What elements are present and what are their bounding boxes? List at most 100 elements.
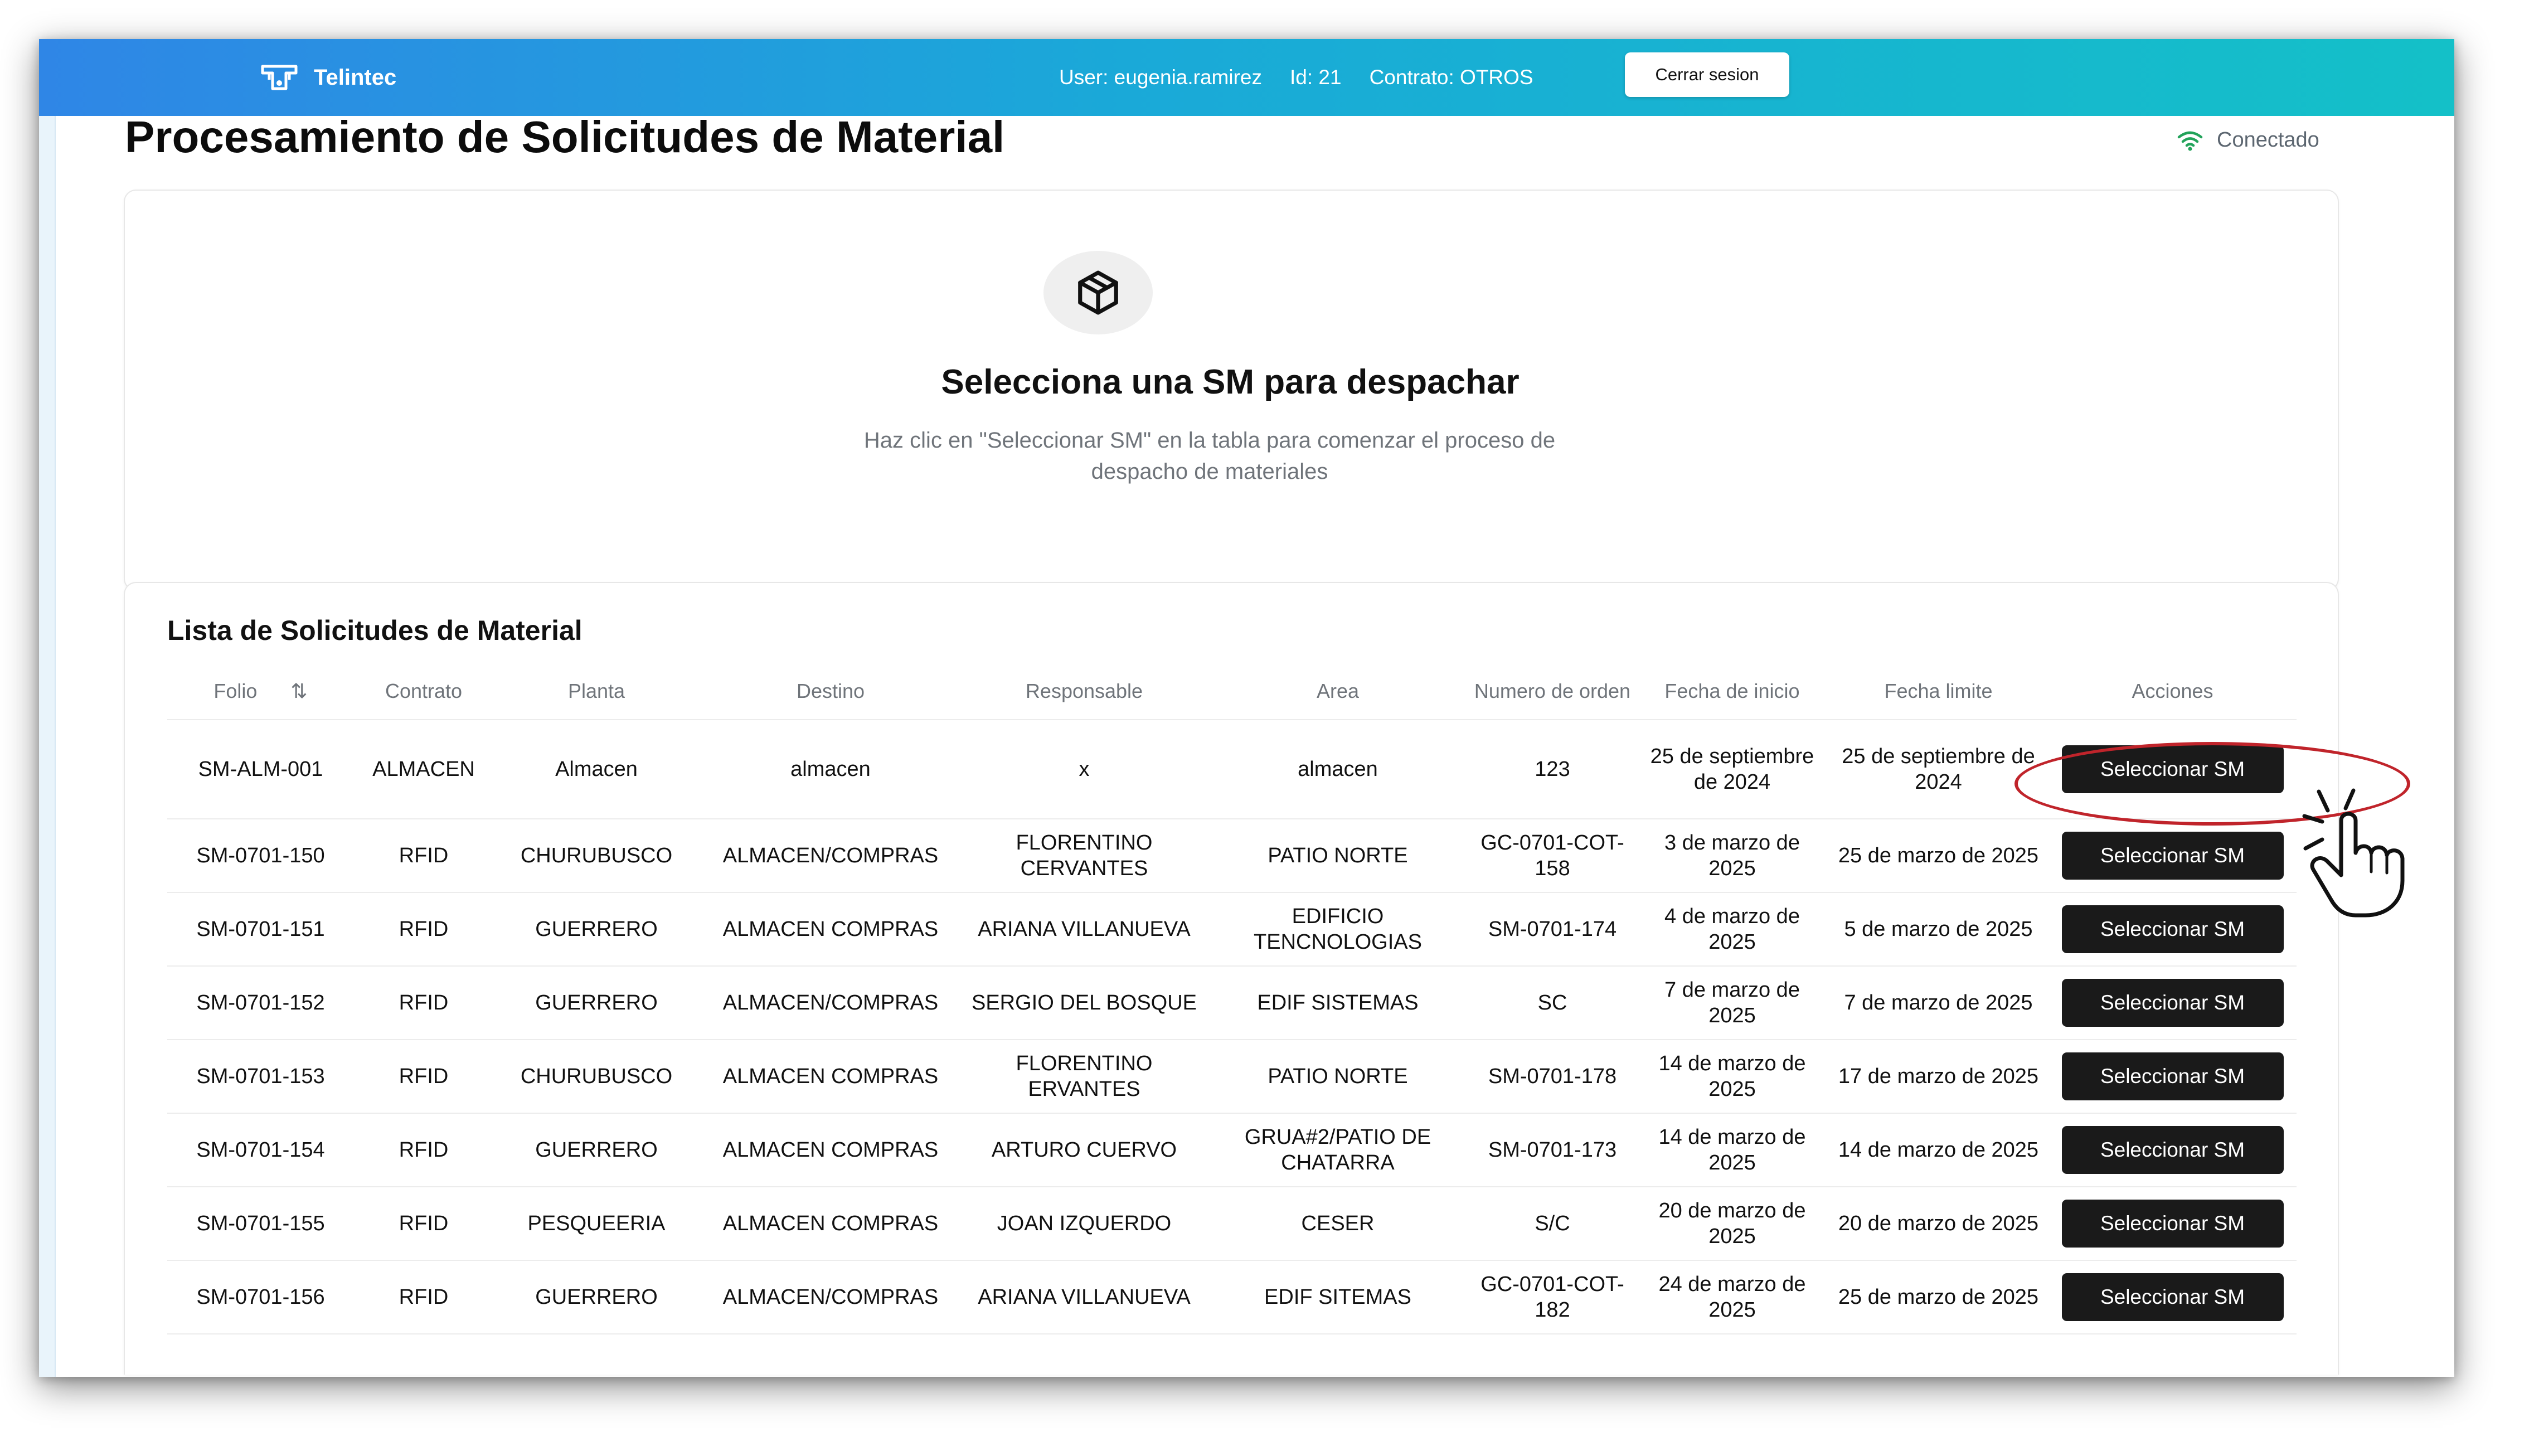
- cell-numero-orden: S/C: [1469, 1187, 1636, 1261]
- cell-planta: Almacen: [493, 720, 700, 819]
- cell-fecha-inicio: 4 de marzo de 2025: [1636, 892, 1828, 967]
- cell-fecha-limite: 5 de marzo de 2025: [1828, 892, 2048, 967]
- table-row: SM-0701-155 RFID PESQUEERIA ALMACEN COMP…: [167, 1187, 2297, 1261]
- cell-area: CESER: [1207, 1187, 1469, 1261]
- cell-destino: ALMACEN/COMPRAS: [700, 819, 962, 893]
- cell-numero-orden: SM-0701-174: [1469, 892, 1636, 967]
- box-icon: [1078, 270, 1118, 315]
- cell-area: PATIO NORTE: [1207, 819, 1469, 893]
- cell-fecha-limite: 20 de marzo de 2025: [1828, 1187, 2048, 1261]
- column-header-destino: Destino: [700, 663, 962, 720]
- select-sm-button[interactable]: Seleccionar SM: [2061, 905, 2284, 953]
- select-sm-button[interactable]: Seleccionar SM: [2061, 1200, 2284, 1248]
- cell-contrato: RFID: [354, 1187, 493, 1261]
- user-info: User: eugenia.ramirez Id: 21 Contrato: O…: [1059, 39, 1561, 116]
- cell-fecha-limite: 14 de marzo de 2025: [1828, 1113, 2048, 1187]
- cell-fecha-inicio: 20 de marzo de 2025: [1636, 1187, 1828, 1261]
- cell-contrato: RFID: [354, 966, 493, 1040]
- select-sm-button[interactable]: Seleccionar SM: [2061, 979, 2284, 1027]
- cell-folio: SM-0701-150: [167, 819, 354, 893]
- cell-responsable: FLORENTINO CERVANTES: [962, 819, 1207, 893]
- empty-state-title: Selecciona una SM para despachar: [941, 363, 1520, 401]
- cell-folio: SM-0701-151: [167, 892, 354, 967]
- cell-numero-orden: SM-0701-178: [1469, 1040, 1636, 1114]
- table-header-row: Folio ⇅ Contrato Planta Destino Responsab…: [167, 663, 2297, 720]
- cell-area: EDIF SISTEMAS: [1207, 966, 1469, 1040]
- cell-responsable: ARIANA VILLANUEVA: [962, 892, 1207, 967]
- sm-table: Folio ⇅ Contrato Planta Destino Responsab…: [167, 663, 2297, 1334]
- select-sm-button[interactable]: Seleccionar SM: [2061, 1052, 2284, 1100]
- cell-destino: ALMACEN COMPRAS: [700, 1187, 962, 1261]
- user-label: User: eugenia.ramirez: [1059, 66, 1262, 89]
- cell-contrato: RFID: [354, 1260, 493, 1334]
- cell-planta: GUERRERO: [493, 1113, 700, 1187]
- cell-numero-orden: 123: [1469, 720, 1636, 819]
- wifi-icon: [2177, 131, 2203, 151]
- column-header-responsable: Responsable: [962, 663, 1207, 720]
- cell-planta: GUERRERO: [493, 892, 700, 967]
- cell-fecha-inicio: 3 de marzo de 2025: [1636, 819, 1828, 893]
- cell-fecha-inicio: 24 de marzo de 2025: [1636, 1260, 1828, 1334]
- logout-button[interactable]: Cerrar sesion: [1625, 52, 1789, 97]
- cell-acciones: Seleccionar SM: [2048, 720, 2297, 819]
- top-navbar: Telintec User: eugenia.ramirez Id: 21 Co…: [39, 39, 2454, 116]
- brand-name: Telintec: [314, 65, 397, 90]
- sort-icon[interactable]: ⇅: [290, 678, 307, 704]
- cell-planta: GUERRERO: [493, 966, 700, 1040]
- cell-folio: SM-0701-154: [167, 1113, 354, 1187]
- select-sm-button[interactable]: Seleccionar SM: [2061, 1126, 2284, 1174]
- cell-contrato: ALMACEN: [354, 720, 493, 819]
- table-row: SM-0701-151 RFID GUERRERO ALMACEN COMPRA…: [167, 892, 2297, 967]
- connection-status: Conectado: [2177, 128, 2319, 152]
- brand[interactable]: Telintec: [259, 39, 396, 116]
- connection-status-label: Conectado: [2217, 128, 2319, 152]
- cell-acciones: Seleccionar SM: [2048, 966, 2297, 1040]
- select-sm-button[interactable]: Seleccionar SM: [2061, 832, 2284, 880]
- table-row: SM-0701-152 RFID GUERRERO ALMACEN/COMPRA…: [167, 966, 2297, 1040]
- cell-area: EDIFICIO TENCNOLOGIAS: [1207, 892, 1469, 967]
- column-header-folio[interactable]: Folio ⇅: [167, 663, 354, 720]
- user-id-label: Id: 21: [1289, 66, 1342, 89]
- cell-acciones: Seleccionar SM: [2048, 892, 2297, 967]
- cell-fecha-inicio: 14 de marzo de 2025: [1636, 1040, 1828, 1114]
- cell-planta: CHURUBUSCO: [493, 819, 700, 893]
- cell-planta: PESQUEERIA: [493, 1187, 700, 1261]
- cell-acciones: Seleccionar SM: [2048, 1113, 2297, 1187]
- cell-contrato: RFID: [354, 892, 493, 967]
- column-header-numero-orden: Numero de orden: [1469, 663, 1636, 720]
- cell-destino: ALMACEN COMPRAS: [700, 892, 962, 967]
- cell-fecha-limite: 25 de marzo de 2025: [1828, 1260, 2048, 1334]
- cell-area: PATIO NORTE: [1207, 1040, 1469, 1114]
- column-header-area: Area: [1207, 663, 1469, 720]
- cell-fecha-inicio: 14 de marzo de 2025: [1636, 1113, 1828, 1187]
- column-header-planta: Planta: [493, 663, 700, 720]
- cell-numero-orden: SM-0701-173: [1469, 1113, 1636, 1187]
- box-icon-circle: [1043, 251, 1153, 334]
- cell-destino: almacen: [700, 720, 962, 819]
- select-sm-button[interactable]: Seleccionar SM: [2061, 1273, 2284, 1321]
- column-header-fecha-inicio: Fecha de inicio: [1636, 663, 1828, 720]
- table-row: SM-0701-154 RFID GUERRERO ALMACEN COMPRA…: [167, 1113, 2297, 1187]
- select-sm-button[interactable]: Seleccionar SM: [2061, 745, 2284, 793]
- cell-acciones: Seleccionar SM: [2048, 1187, 2297, 1261]
- column-header-fecha-limite: Fecha limite: [1828, 663, 2048, 720]
- telintec-logo-icon: [261, 65, 298, 90]
- cell-responsable: x: [962, 720, 1207, 819]
- cell-destino: ALMACEN/COMPRAS: [700, 1260, 962, 1334]
- cell-contrato: RFID: [354, 819, 493, 893]
- cell-contrato: RFID: [354, 1040, 493, 1114]
- left-rail: [39, 116, 56, 1377]
- cell-fecha-limite: 7 de marzo de 2025: [1828, 966, 2048, 1040]
- cell-acciones: Seleccionar SM: [2048, 1260, 2297, 1334]
- cell-destino: ALMACEN COMPRAS: [700, 1113, 962, 1187]
- cell-responsable: ARIANA VILLANUEVA: [962, 1260, 1207, 1334]
- cell-area: GRUA#2/PATIO DE CHATARRA: [1207, 1113, 1469, 1187]
- cell-fecha-inicio: 25 de septiembre de 2024: [1636, 720, 1828, 819]
- cell-responsable: JOAN IZQUERDO: [962, 1187, 1207, 1261]
- cell-folio: SM-0701-155: [167, 1187, 354, 1261]
- cell-fecha-limite: 17 de marzo de 2025: [1828, 1040, 2048, 1114]
- cell-folio: SM-0701-156: [167, 1260, 354, 1334]
- page-title: Procesamiento de Solicitudes de Material: [125, 112, 1005, 162]
- cell-fecha-inicio: 7 de marzo de 2025: [1636, 966, 1828, 1040]
- cell-area: EDIF SITEMAS: [1207, 1260, 1469, 1334]
